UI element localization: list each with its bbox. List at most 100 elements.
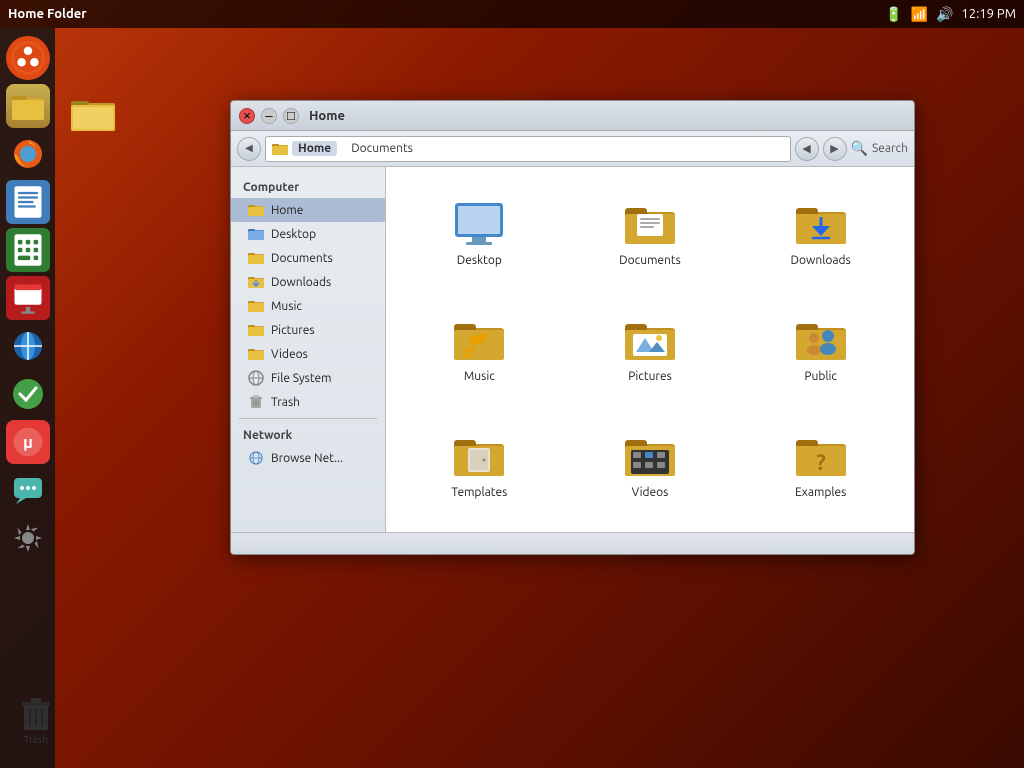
pictures-file-icon [621, 316, 679, 366]
file-item-public[interactable]: Public [737, 293, 904, 405]
statusbar [231, 532, 914, 554]
files-launcher-item[interactable] [6, 84, 50, 128]
videos-file-icon [621, 432, 679, 482]
file-item-videos[interactable]: Videos [567, 410, 734, 522]
file-item-music[interactable]: Music [396, 293, 563, 405]
calc-launcher-item[interactable] [6, 228, 50, 272]
clock: 12:19 PM [961, 7, 1016, 21]
documents-icon [247, 249, 265, 267]
downloads-icon [247, 273, 265, 291]
sidebar-item-browsenet[interactable]: Browse Net... [231, 446, 385, 470]
sidebar-downloads-label: Downloads [271, 276, 331, 289]
music-file-icon [450, 316, 508, 366]
videos-file-label: Videos [632, 486, 669, 499]
toolbar: ◀ Home Documents ◀ ▶ 🔍 Search [231, 131, 914, 167]
videos-icon [247, 345, 265, 363]
window-title: Home Folder [8, 7, 87, 21]
trash-icon-sidebar [247, 393, 265, 411]
window-title-bar: Home [309, 109, 345, 123]
search-icon[interactable]: 🔍 [851, 140, 868, 157]
sidebar-browsenet-label: Browse Net... [271, 452, 343, 465]
minimize-button[interactable]: – [261, 108, 277, 124]
top-panel: Home Folder 🔋 📶 🔊 12:19 PM [0, 0, 1024, 28]
desktop-file-label: Desktop [457, 254, 502, 267]
home-icon [247, 201, 265, 219]
templates-file-icon [450, 432, 508, 482]
public-file-icon [792, 316, 850, 366]
file-manager-window: × – □ Home ◀ Home Documents ◀ ▶ [230, 100, 915, 555]
sidebar-item-desktop[interactable]: Desktop [231, 222, 385, 246]
sidebar-item-pictures[interactable]: Pictures [231, 318, 385, 342]
file-item-downloads[interactable]: Downloads [737, 177, 904, 289]
impress-launcher-item[interactable] [6, 276, 50, 320]
documents-file-icon [621, 200, 679, 250]
desktop-icon [247, 225, 265, 243]
address-bar: Home Documents [265, 136, 791, 162]
browser-launcher-item[interactable] [6, 324, 50, 368]
sidebar-toggle-button[interactable]: ◀ [237, 137, 261, 161]
desktop-file-icon [450, 200, 508, 250]
system-tray: 🔋 📶 🔊 12:19 PM [885, 6, 1016, 23]
pictures-file-label: Pictures [628, 370, 672, 383]
music-file-label: Music [464, 370, 495, 383]
breadcrumb-home[interactable]: Home [292, 141, 337, 156]
pictures-icon [247, 321, 265, 339]
sidebar-home-label: Home [271, 204, 303, 217]
examples-file-label: Examples [795, 486, 846, 499]
downloads-file-icon [792, 200, 850, 250]
svg-text:μ: μ [23, 433, 33, 452]
music-icon [247, 297, 265, 315]
file-item-templates[interactable]: Templates [396, 410, 563, 522]
maximize-button[interactable]: □ [283, 108, 299, 124]
templates-file-label: Templates [451, 486, 507, 499]
sidebar-desktop-label: Desktop [271, 228, 316, 241]
sidebar-videos-label: Videos [271, 348, 308, 361]
sidebar-trash-label: Trash [271, 396, 300, 409]
file-item-examples[interactable]: ? Examples [737, 410, 904, 522]
ubuntu-button[interactable] [6, 36, 50, 80]
sidebar-divider [239, 418, 377, 419]
file-item-desktop[interactable]: Desktop [396, 177, 563, 289]
forward-button[interactable]: ▶ [823, 137, 847, 161]
launcher: μ [0, 28, 55, 768]
empathy-launcher-item[interactable] [6, 468, 50, 512]
titlebar: × – □ Home [231, 101, 914, 131]
file-item-documents[interactable]: Documents [567, 177, 734, 289]
back-button[interactable]: ◀ [795, 137, 819, 161]
settings-launcher-item[interactable] [6, 516, 50, 560]
sidebar-item-documents[interactable]: Documents [231, 246, 385, 270]
sound-icon: 🔊 [936, 6, 953, 23]
downloads-file-label: Downloads [791, 254, 851, 267]
breadcrumb-documents[interactable]: Documents [345, 141, 419, 156]
sidebar-item-filesystem[interactable]: File System [231, 366, 385, 390]
sidebar-item-videos[interactable]: Videos [231, 342, 385, 366]
desktop-folder-icon[interactable] [68, 95, 118, 160]
sidebar-filesystem-label: File System [271, 372, 332, 385]
filesystem-icon [247, 369, 265, 387]
file-item-pictures[interactable]: Pictures [567, 293, 734, 405]
sidebar-music-label: Music [271, 300, 302, 313]
battery-icon: 🔋 [885, 6, 902, 23]
green-app-launcher-item[interactable] [6, 372, 50, 416]
network-browse-icon [247, 449, 265, 467]
sidebar-item-music[interactable]: Music [231, 294, 385, 318]
svg-text:?: ? [816, 450, 826, 475]
file-grid: Desktop Documents [386, 167, 914, 532]
computer-section-header: Computer [231, 175, 385, 198]
utorrent-launcher-item[interactable]: μ [6, 420, 50, 464]
writer-launcher-item[interactable] [6, 180, 50, 224]
public-file-label: Public [804, 370, 837, 383]
sidebar: Computer Home [231, 167, 386, 532]
network-icon: 📶 [911, 6, 928, 23]
search-area: 🔍 Search [851, 140, 909, 157]
sidebar-item-trash[interactable]: Trash [231, 390, 385, 414]
close-button[interactable]: × [239, 108, 255, 124]
firefox-launcher-item[interactable] [6, 132, 50, 176]
home-folder-icon [272, 142, 288, 156]
network-section-header: Network [231, 423, 385, 446]
sidebar-item-home[interactable]: Home [231, 198, 385, 222]
sidebar-item-downloads[interactable]: Downloads [231, 270, 385, 294]
sidebar-documents-label: Documents [271, 252, 333, 265]
documents-file-label: Documents [619, 254, 681, 267]
search-label: Search [872, 142, 908, 155]
